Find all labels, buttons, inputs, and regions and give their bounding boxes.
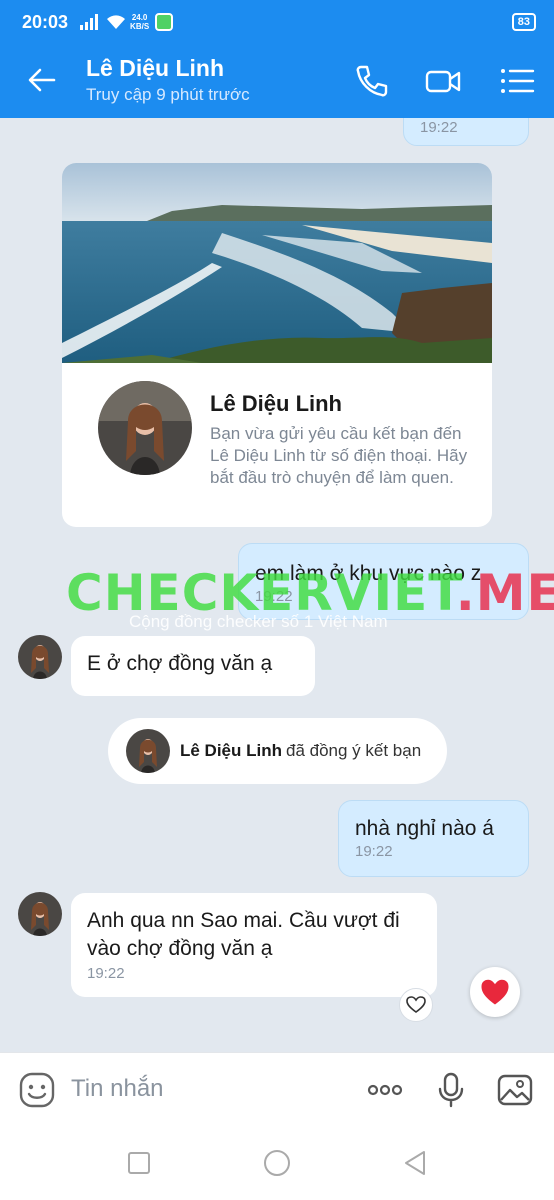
cover-photo	[62, 163, 492, 363]
sticker-emoji-icon[interactable]	[18, 1071, 56, 1109]
system-navigation-bar	[0, 1128, 554, 1200]
message-composer: Tin nhắn	[0, 1052, 554, 1128]
battery-level: 83	[511, 13, 536, 31]
recent-apps-icon[interactable]	[124, 1148, 154, 1178]
heart-icon	[481, 979, 509, 1004]
message-notification-icon	[155, 13, 174, 31]
chat-header: Lê Diệu Linh Truy cập 9 phút trước	[0, 44, 554, 118]
microphone-icon[interactable]	[432, 1071, 470, 1109]
message-time: 19:22	[355, 843, 393, 860]
message-bubble-sent[interactable]: nhà nghỉ nào á 19:22	[338, 800, 529, 877]
notice-name: Lê Diệu Linh	[180, 741, 282, 760]
image-gallery-icon[interactable]	[496, 1071, 534, 1109]
chat-message-list[interactable]: 19:22 Lê Diệu Linh Bạn vừa gửi yêu cầu k…	[0, 118, 554, 1052]
sender-avatar[interactable]	[18, 892, 62, 936]
video-call-icon[interactable]	[424, 62, 462, 100]
message-text: nhà nghỉ nào á	[355, 817, 494, 840]
last-seen-status: Truy cập 9 phút trước	[86, 85, 250, 104]
more-options-icon[interactable]	[366, 1071, 404, 1109]
contact-avatar[interactable]	[98, 381, 192, 475]
friend-accepted-notice: Lê Diệu Linh đã đồng ý kết bạn	[108, 718, 447, 784]
contact-name[interactable]: Lê Diệu Linh	[86, 55, 224, 82]
friend-request-card[interactable]: Lê Diệu Linh Bạn vừa gửi yêu cầu kết bạn…	[62, 163, 492, 527]
menu-list-icon[interactable]	[498, 62, 536, 100]
back-arrow-icon[interactable]	[26, 64, 58, 96]
message-input[interactable]: Tin nhắn	[71, 1075, 164, 1103]
wifi-icon	[107, 15, 126, 29]
message-time: 19:22	[87, 965, 125, 982]
react-heart-button[interactable]	[399, 988, 433, 1022]
message-bubble-previous[interactable]: 19:22	[403, 118, 529, 146]
card-contact-name: Lê Diệu Linh	[210, 391, 342, 416]
heart-outline-icon	[406, 996, 426, 1013]
home-icon[interactable]	[262, 1148, 292, 1178]
message-bubble-received[interactable]: Anh qua nn Sao mai. Cầu vượt đi vào chợ …	[71, 893, 437, 997]
status-bar: 20:03 24.0 KB/S 83	[0, 0, 554, 44]
status-time: 20:03	[22, 11, 69, 32]
signal-icon	[80, 14, 99, 30]
back-nav-icon[interactable]	[400, 1148, 430, 1178]
notice-text: đã đồng ý kết bạn	[286, 741, 422, 760]
phone-call-icon[interactable]	[352, 62, 390, 100]
message-bubble-received[interactable]: E ở chợ đồng văn ạ	[71, 636, 315, 696]
message-time: 19:22	[420, 119, 458, 136]
watermark-tagline: Cộng đồng checker số 1 Việt Nam	[129, 612, 388, 631]
card-description: Bạn vừa gửi yêu cầu kết bạn đến Lê Diệu …	[210, 424, 468, 487]
notice-avatar	[126, 729, 170, 773]
quick-heart-button[interactable]	[470, 967, 520, 1017]
network-speed: 24.0 KB/S	[130, 13, 150, 31]
message-text: Anh qua nn Sao mai. Cầu vượt đi vào chợ …	[87, 909, 400, 960]
sender-avatar[interactable]	[18, 635, 62, 679]
message-text: E ở chợ đồng văn ạ	[87, 652, 273, 675]
